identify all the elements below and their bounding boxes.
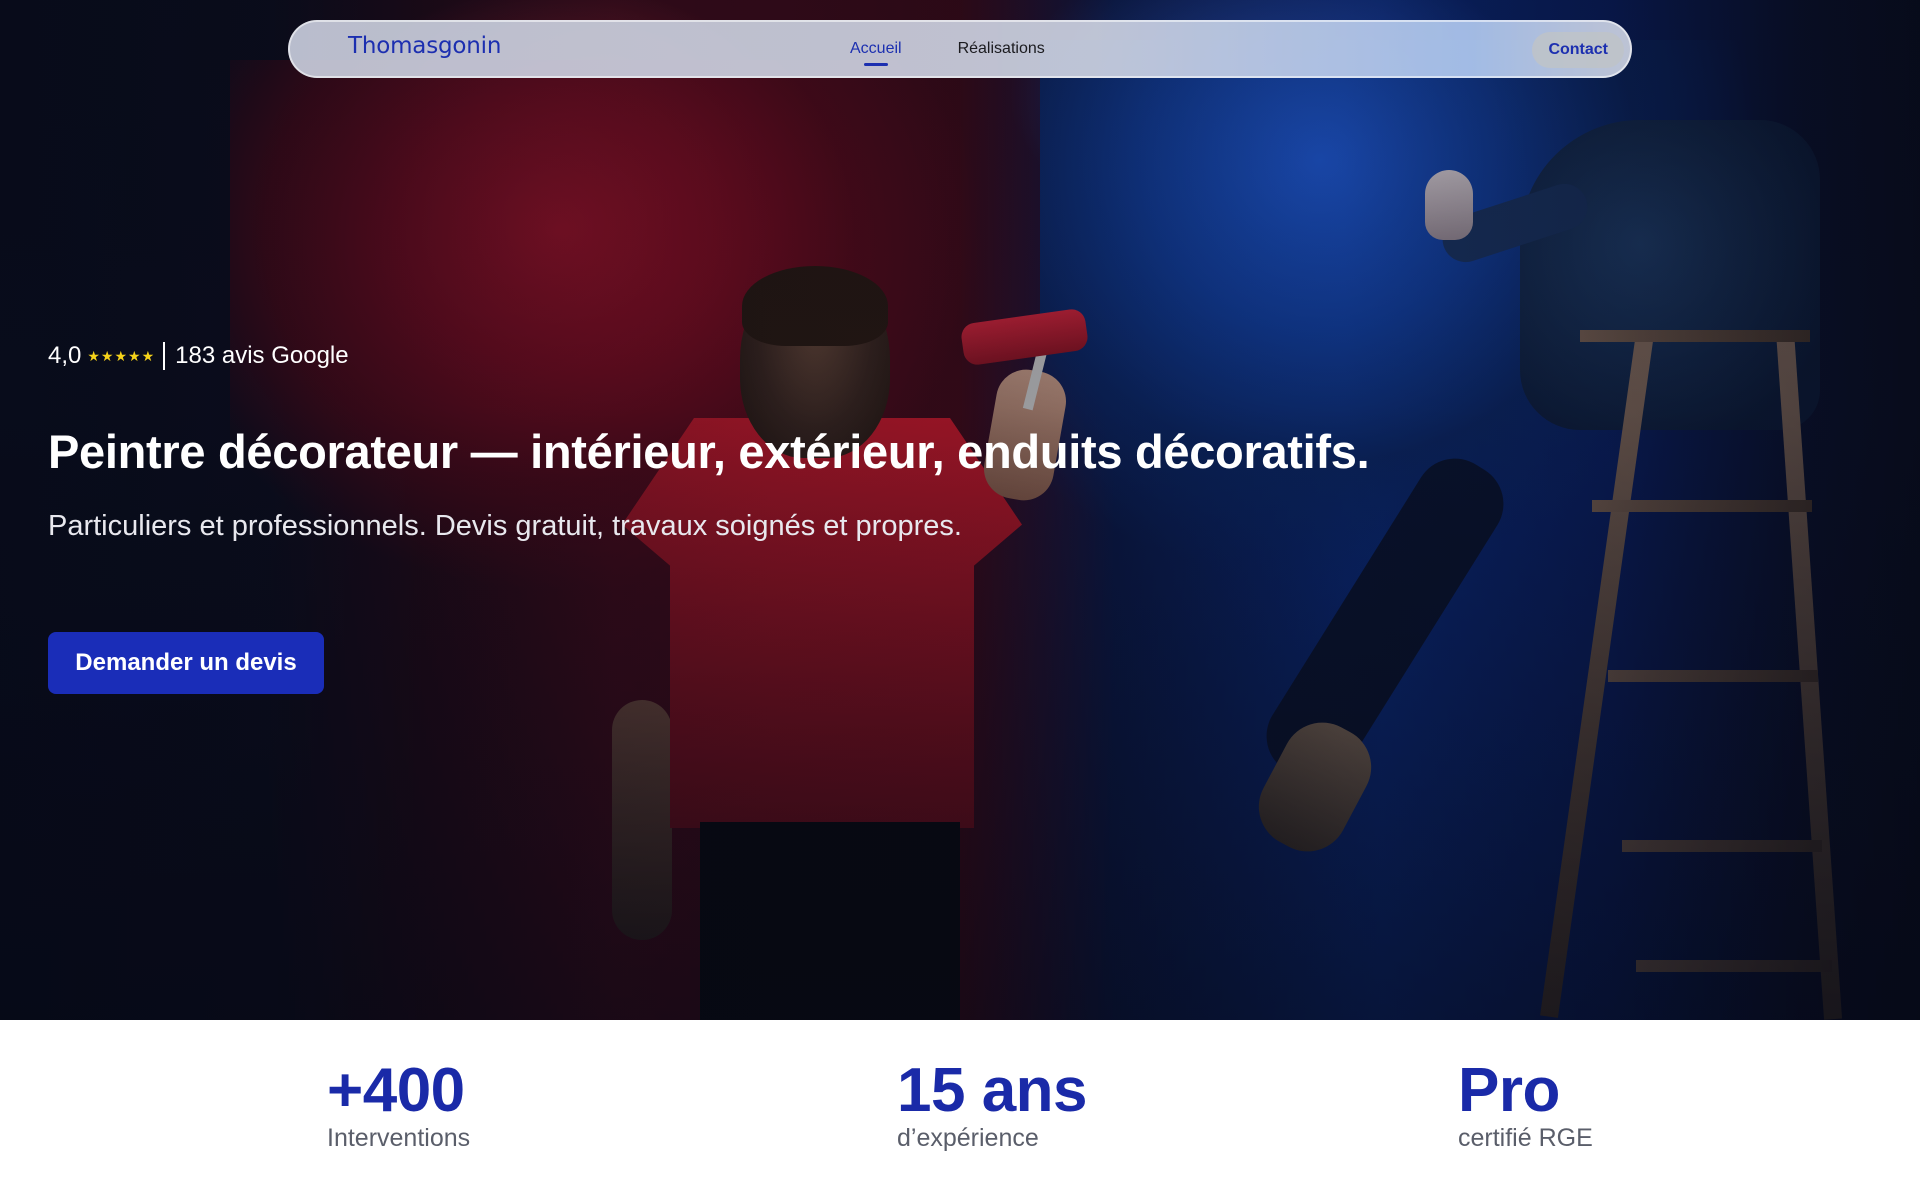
stats-section: +400 Interventions 15 ans d’expérience P… xyxy=(0,1020,1920,1201)
navbar: Thomasgonin Accueil Réalisations Contact xyxy=(288,20,1632,78)
hero-subheadline: Particuliers et professionnels. Devis gr… xyxy=(48,510,962,542)
stat-interventions: +400 Interventions xyxy=(327,1060,470,1153)
star-icons: ★★★★★ xyxy=(87,347,156,364)
stat-value: 15 ans xyxy=(897,1056,1088,1125)
stat-experience: 15 ans d’expérience xyxy=(897,1056,1088,1153)
google-rating: 4,0 ★★★★★ 183 avis Google xyxy=(48,342,349,370)
stat-label: Interventions xyxy=(327,1124,471,1152)
rating-review-count: 183 avis Google xyxy=(175,342,349,369)
hero-section: 4,0 ★★★★★ 183 avis Google Peintre décora… xyxy=(0,0,1920,1020)
site-logo[interactable]: Thomasgonin xyxy=(348,33,501,59)
stat-value: Pro xyxy=(1458,1056,1560,1125)
hero-headline: Peintre décorateur — intérieur, extérieu… xyxy=(48,425,1370,478)
nav-link-realisations[interactable]: Réalisations xyxy=(958,40,1045,58)
stat-label: certifié RGE xyxy=(1458,1124,1593,1152)
stat-value: +400 xyxy=(327,1056,465,1125)
nav-link-accueil[interactable]: Accueil xyxy=(850,40,902,66)
rating-divider xyxy=(163,342,166,370)
stat-label: d’expérience xyxy=(897,1124,1039,1152)
contact-button[interactable]: Contact xyxy=(1532,32,1624,68)
stat-certification: Pro certifié RGE xyxy=(1458,1060,1593,1153)
nav-links: Accueil Réalisations xyxy=(850,22,1045,76)
request-quote-button[interactable]: Demander un devis xyxy=(48,632,324,694)
page: 4,0 ★★★★★ 183 avis Google Peintre décora… xyxy=(0,0,1920,1201)
rating-score: 4,0 xyxy=(48,342,82,369)
